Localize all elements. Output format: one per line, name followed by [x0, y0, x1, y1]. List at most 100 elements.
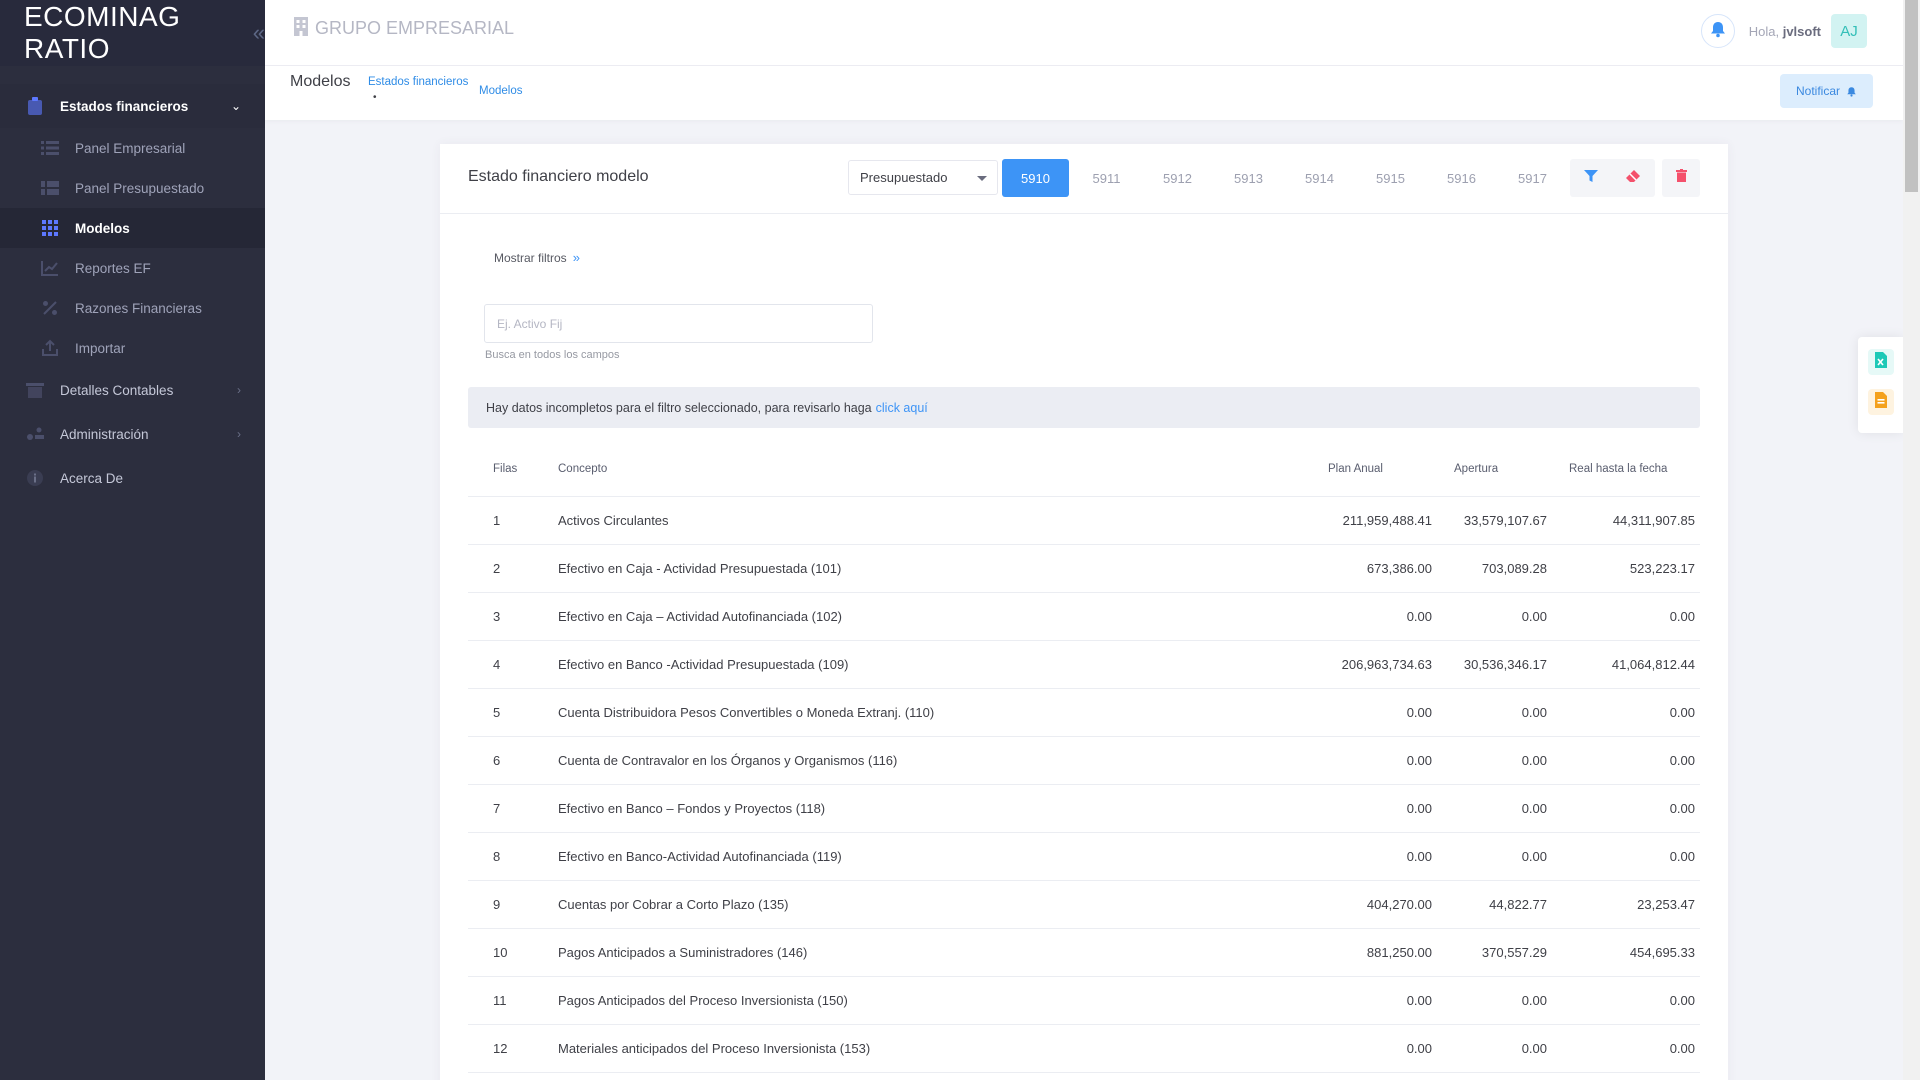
table-row[interactable]: 11 Pagos Anticipados del Proceso Inversi…: [468, 977, 1700, 1025]
sidebar-item-reportes-ef[interactable]: Reportes EF: [0, 248, 265, 288]
cell-fila: 8: [493, 849, 501, 864]
sidebar-item-label: Reportes EF: [75, 260, 151, 276]
chevron-down-icon: ⌄: [230, 99, 241, 113]
filter-icon[interactable]: [1583, 169, 1598, 188]
cell-real: 0.00: [1669, 801, 1695, 816]
year-tab-5917[interactable]: 5917: [1499, 159, 1566, 197]
table-row[interactable]: 5 Cuenta Distribuidora Pesos Convertible…: [468, 689, 1700, 737]
col-header-filas[interactable]: Filas: [468, 463, 558, 475]
pdf-file-icon: [1874, 391, 1888, 413]
table-row[interactable]: 6 Cuenta de Contravalor en los Órganos y…: [468, 737, 1700, 785]
year-tab-5913[interactable]: 5913: [1215, 159, 1282, 197]
avatar[interactable]: AJ: [1831, 14, 1867, 48]
cell-apertura: 0.00: [1521, 1041, 1547, 1056]
sidebar-item-label: Estados financieros: [60, 98, 189, 114]
breadcrumb-estados-financieros[interactable]: Estados financieros: [368, 76, 468, 88]
sidebar-item-panel-empresarial[interactable]: Panel Empresarial: [0, 128, 265, 168]
sidebar-item-panel-presupuestado[interactable]: Panel Presupuestado: [0, 168, 265, 208]
percent-icon: [40, 298, 60, 318]
type-select-value: Presupuestado: [860, 170, 948, 185]
cell-apertura: 44,822.77: [1489, 897, 1547, 912]
cell-apertura: 33,579,107.67: [1463, 513, 1547, 528]
cell-concepto: Materiales anticipados del Proceso Inver…: [558, 1041, 871, 1056]
year-tab-5911[interactable]: 5911: [1073, 159, 1140, 197]
sidebar-item-modelos[interactable]: Modelos: [0, 208, 265, 248]
cell-plan-anual: 211,959,488.41: [1342, 513, 1432, 528]
brand-logo: ECOMINAG RATIO: [24, 1, 181, 64]
sidebar-item-razones-financieras[interactable]: Razones Financieras: [0, 288, 265, 328]
cell-fila: 9: [493, 897, 501, 912]
cell-real: 0.00: [1669, 993, 1695, 1008]
col-header-real[interactable]: Real hasta la fecha: [1547, 463, 1695, 475]
type-select[interactable]: Presupuestado: [848, 160, 998, 195]
col-header-apertura[interactable]: Apertura: [1432, 463, 1547, 475]
settings-dots-icon: [24, 423, 46, 445]
notifications-button[interactable]: [1700, 14, 1735, 48]
cell-plan-anual: 0.00: [1406, 705, 1432, 720]
year-tab-5914[interactable]: 5914: [1286, 159, 1353, 197]
cell-apertura: 703,089.28: [1481, 561, 1547, 576]
cell-fila: 11: [493, 993, 507, 1008]
list-icon: [40, 138, 60, 158]
card-title: Estado financiero modelo: [468, 168, 649, 185]
page-scrollbar[interactable]: [1903, 0, 1920, 1080]
grid-icon: [40, 218, 60, 238]
year-tab-5910[interactable]: 5910: [1002, 159, 1069, 197]
company-label: GRUPO EMPRESARIAL: [315, 18, 515, 38]
sidebar-item-label: Razones Financieras: [75, 300, 202, 316]
upload-icon: [40, 338, 60, 358]
cell-apertura: 0.00: [1521, 993, 1547, 1008]
table-row[interactable]: 2 Efectivo en Caja - Actividad Presupues…: [468, 545, 1700, 593]
cell-apertura: 0.00: [1521, 705, 1547, 720]
sidebar-item-importar[interactable]: Importar: [0, 328, 265, 368]
cell-real: 454,695.33: [1629, 945, 1695, 960]
table-row[interactable]: 12 Materiales anticipados del Proceso In…: [468, 1025, 1700, 1073]
search-input[interactable]: [484, 304, 873, 343]
year-tabs: 5910 5911 5912 5913 5914 5915 5916 5917: [1002, 159, 1570, 197]
year-tab-5915[interactable]: 5915: [1357, 159, 1424, 197]
sidebar-menu: Estados financieros ⌄ Panel Empresarial …: [0, 66, 265, 500]
cell-plan-anual: 404,270.00: [1366, 897, 1432, 912]
table-row[interactable]: 10 Pagos Anticipados a Suministradores (…: [468, 929, 1700, 977]
sidebar-item-label: Panel Empresarial: [75, 140, 186, 156]
export-excel-button[interactable]: [1868, 349, 1894, 375]
table-row[interactable]: 3 Efectivo en Caja – Actividad Autofinan…: [468, 593, 1700, 641]
table-row[interactable]: 7 Efectivo en Banco – Fondos y Proyectos…: [468, 785, 1700, 833]
sidebar-item-administracion[interactable]: Administración ›: [0, 412, 265, 456]
cell-real: 0.00: [1669, 849, 1695, 864]
table-row[interactable]: 4 Efectivo en Banco -Actividad Presupues…: [468, 641, 1700, 689]
cell-real: 0.00: [1669, 1041, 1695, 1056]
export-toolbar: [1858, 337, 1903, 433]
table-row[interactable]: 9 Cuentas por Cobrar a Corto Plazo (135)…: [468, 881, 1700, 929]
sidebar-collapse-icon[interactable]: «: [253, 20, 265, 46]
excel-file-icon: [1874, 351, 1888, 373]
financial-table: Filas Concepto Plan Anual Apertura Real …: [468, 442, 1700, 1073]
sidebar-item-acerca-de[interactable]: Acerca De: [0, 456, 265, 500]
cell-plan-anual: 881,250.00: [1366, 945, 1432, 960]
cell-real: 23,253.47: [1637, 897, 1695, 912]
notify-button[interactable]: Notificar: [1780, 74, 1873, 108]
cell-apertura: 0.00: [1521, 609, 1547, 624]
export-pdf-button[interactable]: [1868, 389, 1894, 415]
year-tab-5916[interactable]: 5916: [1428, 159, 1495, 197]
col-header-plan-anual[interactable]: Plan Anual: [1292, 463, 1432, 475]
sidebar-item-detalles-contables[interactable]: Detalles Contables ›: [0, 368, 265, 412]
cell-concepto: Efectivo en Banco-Actividad Autofinancia…: [558, 849, 842, 864]
search-hint: Busca en todos los campos: [485, 349, 620, 361]
building-icon: [293, 16, 309, 41]
info-icon: [24, 467, 46, 489]
delete-button[interactable]: [1662, 159, 1700, 197]
table-row[interactable]: 1 Activos Circulantes 211,959,488.41 33,…: [468, 497, 1700, 545]
alert-click-here-link[interactable]: click aquí: [876, 401, 928, 415]
year-tab-5912[interactable]: 5912: [1144, 159, 1211, 197]
breadcrumb-modelos[interactable]: Modelos: [479, 85, 522, 97]
show-filters-toggle[interactable]: Mostrar filtros »: [494, 250, 580, 265]
table-row[interactable]: 8 Efectivo en Banco-Actividad Autofinanc…: [468, 833, 1700, 881]
cell-apertura: 30,536,346.17: [1463, 657, 1547, 672]
col-header-concepto[interactable]: Concepto: [558, 463, 1292, 475]
cell-apertura: 370,557.29: [1481, 945, 1547, 960]
scrollbar-thumb[interactable]: [1905, 0, 1918, 192]
eraser-icon[interactable]: [1625, 169, 1641, 188]
sidebar-item-estados-financieros[interactable]: Estados financieros ⌄: [0, 84, 265, 128]
sidebar-item-label: Importar: [75, 340, 126, 356]
